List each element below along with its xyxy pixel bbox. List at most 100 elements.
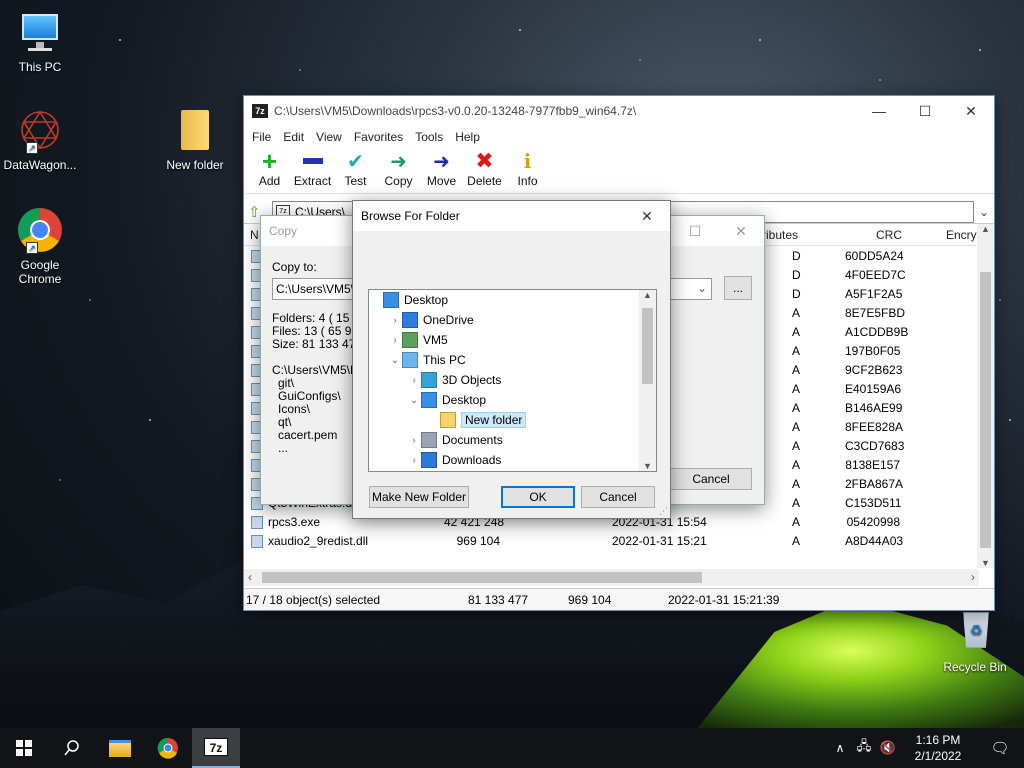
menu-help[interactable]: Help xyxy=(449,130,486,144)
menu-view[interactable]: View xyxy=(310,130,348,144)
file-icon xyxy=(251,516,263,529)
tree-item[interactable]: ⌄ Desktop xyxy=(369,390,641,410)
minus-icon xyxy=(302,158,323,164)
tree-expander-icon[interactable]: ⌄ xyxy=(407,395,421,406)
column-crc[interactable]: CRC xyxy=(876,228,902,242)
tree-item[interactable]: › Downloads xyxy=(369,450,641,470)
tree-expander-icon[interactable]: › xyxy=(407,375,421,386)
sevenzip-taskbar-button[interactable]: 7z xyxy=(192,728,240,768)
browse-cancel-button[interactable]: Cancel xyxy=(581,486,655,508)
menu-edit[interactable]: Edit xyxy=(277,130,310,144)
copy-cancel-button[interactable]: Cancel xyxy=(670,468,752,490)
horizontal-scrollbar[interactable]: ‹ › xyxy=(244,569,979,586)
address-dropdown-icon[interactable]: ⌄ xyxy=(974,205,994,219)
file-attributes: A xyxy=(792,477,801,491)
computer-icon xyxy=(16,8,64,56)
file-attributes: D xyxy=(792,287,801,301)
copy-button[interactable]: ➜ Copy xyxy=(377,148,420,189)
menu-tools[interactable]: Tools xyxy=(409,130,449,144)
chrome-icon: ↗ xyxy=(16,206,64,254)
browse-dialog-close-button[interactable]: ✕ xyxy=(624,201,670,231)
scrollbar-thumb[interactable] xyxy=(980,272,991,548)
browse-button[interactable]: ... xyxy=(724,276,752,300)
clock[interactable]: 1:16 PM 2/1/2022 xyxy=(900,732,976,764)
desktop-icon-google-chrome[interactable]: ↗ Google Chrome xyxy=(0,206,80,286)
extract-label: Extract xyxy=(293,174,332,188)
show-hidden-icons-button[interactable]: ∧ xyxy=(828,741,852,755)
file-attributes: A xyxy=(792,363,801,377)
file-name: rpcs3.exe xyxy=(268,515,321,529)
close-button[interactable]: ✕ xyxy=(948,96,994,126)
tree-item[interactable]: ⌄ This PC xyxy=(369,350,641,370)
browse-dialog-titlebar: Browse For Folder ✕ xyxy=(353,201,670,231)
column-name[interactable]: N xyxy=(250,228,259,242)
file-explorer-button[interactable] xyxy=(96,728,144,768)
tree-expander-icon[interactable]: › xyxy=(407,435,421,446)
column-attributes[interactable]: ributes xyxy=(762,228,798,242)
desktop-icon-label: Recycle Bin xyxy=(943,660,1007,674)
tree-item[interactable]: › OneDrive xyxy=(369,310,641,330)
table-row[interactable]: xaudio2_9redist.dll 969 104 2022-01-31 15:… xyxy=(244,532,979,551)
file-crc: 9CF2B623 xyxy=(845,363,903,377)
folder-tree-items: Desktop › OneDrive › VM5 ⌄ This PC › 3D Objects ⌄… xyxy=(369,290,641,470)
make-new-folder-button[interactable]: Make New Folder xyxy=(369,486,469,508)
search-button[interactable] xyxy=(48,728,96,768)
volume-muted-icon[interactable]: 🔇 xyxy=(876,740,900,756)
delete-button[interactable]: ✖ Delete xyxy=(463,148,506,188)
notifications-icon[interactable]: 🗨 xyxy=(976,739,1024,757)
extract-button[interactable]: Extract xyxy=(291,148,334,188)
maximize-button[interactable]: ☐ xyxy=(902,96,948,126)
menu-file[interactable]: File xyxy=(246,130,277,144)
copy-label: Copy xyxy=(384,174,413,188)
tree-item-label: This PC xyxy=(423,353,466,367)
tree-scrollbar-thumb[interactable] xyxy=(642,308,653,384)
tree-item[interactable]: › VM5 xyxy=(369,330,641,350)
folder-tree[interactable]: Desktop › OneDrive › VM5 ⌄ This PC › 3D Objects ⌄… xyxy=(368,289,657,472)
file-modified: 2022-01-31 15:21 xyxy=(612,534,707,548)
up-folder-icon[interactable]: ⇧ xyxy=(248,203,261,221)
test-button[interactable]: ✔ Test xyxy=(334,148,377,189)
desktop-icon-datawagon[interactable]: ↗ DataWagon... xyxy=(0,106,80,172)
test-label: Test xyxy=(344,174,367,188)
chrome-taskbar-button[interactable] xyxy=(144,728,192,768)
tree-item[interactable]: Desktop xyxy=(369,290,641,310)
total-size: Size: 81 133 477 xyxy=(272,337,363,351)
browse-for-folder-dialog: Browse For Folder ✕ Desktop › OneDrive › VM5… xyxy=(352,200,671,519)
info-button[interactable]: i Info xyxy=(506,148,549,188)
move-button[interactable]: ➜ Move xyxy=(420,148,463,189)
chevron-down-icon[interactable]: ⌄ xyxy=(697,281,707,295)
tree-expander-icon[interactable]: › xyxy=(407,455,421,466)
menu-favorites[interactable]: Favorites xyxy=(348,130,409,144)
add-button[interactable]: + Add xyxy=(248,148,291,188)
start-button[interactable] xyxy=(0,728,48,768)
sevenzip-app-icon: 7z xyxy=(252,104,268,118)
copy-dialog-close-button[interactable]: ✕ xyxy=(718,216,764,246)
resize-grip-icon[interactable]: ⋰ xyxy=(659,506,668,517)
desktop-icon-this-pc[interactable]: This PC xyxy=(0,8,80,74)
desktop-icon-recycle-bin[interactable]: ♻ Recycle Bin xyxy=(935,608,1015,674)
minimize-button[interactable]: — xyxy=(856,96,902,126)
add-label: Add xyxy=(258,174,281,188)
move-label: Move xyxy=(426,174,457,188)
file-attributes: A xyxy=(792,325,801,339)
copy-dialog-maximize-button[interactable]: ☐ xyxy=(672,216,718,246)
tree-item[interactable]: › 3D Objects xyxy=(369,370,641,390)
file-crc: E40159A6 xyxy=(845,382,902,396)
info-label: Info xyxy=(517,174,538,188)
tree-scrollbar[interactable]: ▲ ▼ xyxy=(639,290,656,471)
tree-item[interactable]: › Documents xyxy=(369,430,641,450)
hscroll-thumb[interactable] xyxy=(262,572,702,583)
copy-to-path-text: C:\Users\VM5\D xyxy=(276,282,363,296)
ok-button[interactable]: OK xyxy=(501,486,575,508)
network-icon[interactable]: 🖧 xyxy=(852,737,876,759)
tree-item[interactable]: New folder xyxy=(369,410,641,430)
tree-expander-icon[interactable]: › xyxy=(388,315,402,326)
window-title: C:\Users\VM5\Downloads\rpcs3-v0.0.20-132… xyxy=(274,104,637,118)
clock-date: 2/1/2022 xyxy=(914,749,962,763)
tree-expander-icon[interactable]: › xyxy=(388,335,402,346)
desktop-icon-new-folder[interactable]: New folder xyxy=(155,106,235,172)
vertical-scrollbar[interactable]: ▲ ▼ xyxy=(977,224,994,568)
tree-expander-icon[interactable]: ⌄ xyxy=(388,355,402,366)
file-crc: A5F1F2A5 xyxy=(845,287,903,301)
column-encrypted[interactable]: Encry xyxy=(946,228,977,242)
